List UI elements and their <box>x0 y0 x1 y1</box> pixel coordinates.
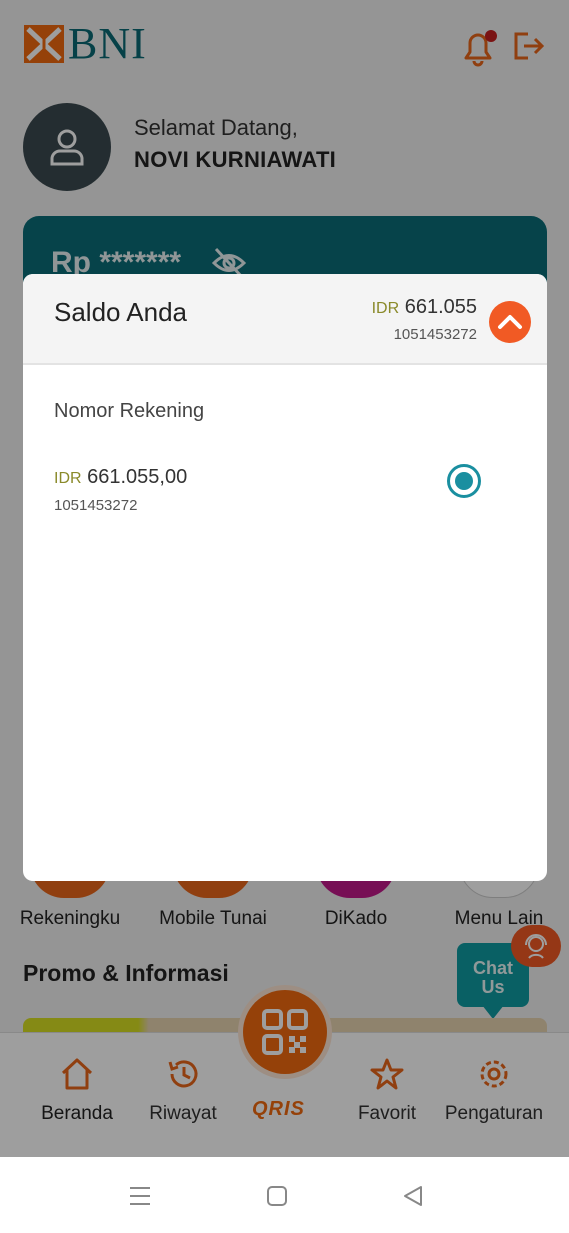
sheet-header: Saldo Anda IDR 661.055 1051453272 <box>23 274 547 365</box>
system-nav-bar <box>0 1157 569 1233</box>
app-screen: BNI Selamat Datang, NOVI KURNIAWATI Rp *… <box>0 0 569 1233</box>
chevron-up-icon <box>498 315 522 329</box>
header-account-number: 1051453272 <box>393 326 477 343</box>
currency-label: IDR <box>54 470 82 487</box>
account-number: 1051453272 <box>54 497 138 514</box>
account-balance: IDR 661.055,00 <box>54 466 187 489</box>
currency-label: IDR <box>371 300 400 317</box>
collapse-button[interactable] <box>489 301 531 343</box>
back-triangle-icon[interactable] <box>393 1179 433 1213</box>
balance-sheet: Saldo Anda IDR 661.055 1051453272 Nomor … <box>23 274 547 881</box>
header-amount: 661.055 <box>404 296 477 318</box>
recent-apps-icon[interactable] <box>120 1179 160 1213</box>
header-balance: IDR 661.055 <box>372 296 477 319</box>
account-amount: 661.055,00 <box>87 466 188 488</box>
section-label: Nomor Rekening <box>54 400 205 422</box>
account-option[interactable]: IDR 661.055,00 1051453272 <box>23 454 547 524</box>
sheet-title: Saldo Anda <box>54 297 188 327</box>
home-square-icon[interactable] <box>257 1179 297 1213</box>
radio-selected-dot <box>455 472 473 490</box>
account-radio[interactable] <box>447 464 481 498</box>
